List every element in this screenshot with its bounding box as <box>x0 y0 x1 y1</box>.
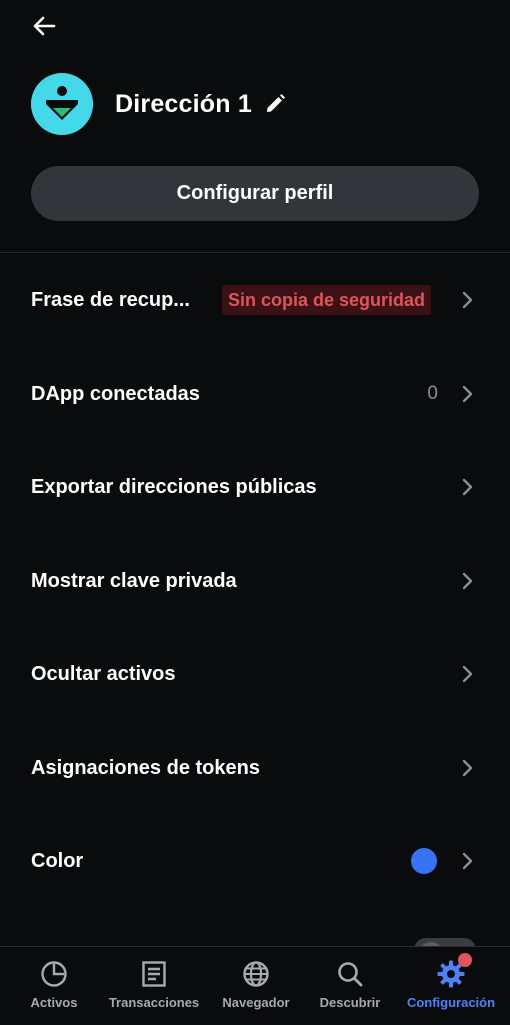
profile-header: Dirección 1 <box>31 73 288 135</box>
menu-item-label: Mostrar clave privada <box>31 569 237 592</box>
nav-item-assets[interactable]: Activos <box>18 947 90 1025</box>
dapp-count: 0 <box>427 383 438 404</box>
nav-item-discover[interactable]: Descubrir <box>314 947 386 1025</box>
menu-item-label: Exportar direcciones públicas <box>31 475 317 498</box>
menu-item-label: Color <box>31 849 84 872</box>
search-icon <box>335 959 365 989</box>
menu-item-label: Asignaciones de tokens <box>31 756 260 779</box>
wallet-avatar-icon <box>31 73 93 135</box>
edit-name-button[interactable] <box>262 91 288 117</box>
menu-item-hide-assets[interactable]: Ocultar activos <box>0 639 510 709</box>
menu-item-recovery-phrase[interactable]: Frase de recup... Sin copia de seguridad <box>0 265 510 335</box>
nav-item-browser[interactable]: Navegador <box>215 947 297 1025</box>
nav-label: Navegador <box>222 995 290 1010</box>
nav-item-transactions[interactable]: Transacciones <box>104 947 204 1025</box>
color-swatch <box>411 848 437 874</box>
wallet-avatar <box>31 73 93 135</box>
nav-label: Configuración <box>406 995 496 1010</box>
menu-item-connected-dapps[interactable]: DApp conectadas 0 <box>0 359 510 429</box>
nav-label: Descubrir <box>319 995 381 1010</box>
nav-label: Transacciones <box>108 995 200 1010</box>
pencil-icon <box>266 94 285 112</box>
wallet-name: Dirección 1 <box>115 89 252 118</box>
back-button[interactable] <box>26 10 62 42</box>
chevron-right-icon <box>460 852 474 870</box>
menu-item-color[interactable]: Color <box>0 826 510 896</box>
receipt-icon <box>139 959 169 989</box>
configure-profile-button[interactable]: Configurar perfil <box>31 166 479 221</box>
arrow-left-icon <box>33 16 56 36</box>
menu-item-export-addresses[interactable]: Exportar direcciones públicas <box>0 452 510 522</box>
menu-item-show-private-key[interactable]: Mostrar clave privada <box>0 546 510 616</box>
pie-chart-icon <box>39 959 69 989</box>
menu-item-token-approvals[interactable]: Asignaciones de tokens <box>0 733 510 803</box>
chevron-right-icon <box>460 665 474 683</box>
section-divider <box>0 252 510 253</box>
menu-item-label: Frase de recup... <box>31 288 190 311</box>
chevron-right-icon <box>460 291 474 309</box>
chevron-right-icon <box>460 478 474 496</box>
menu-item-label: Ocultar activos <box>31 662 176 685</box>
menu-item-label: DApp conectadas <box>31 382 200 405</box>
globe-icon <box>241 959 271 989</box>
chevron-right-icon <box>460 385 474 403</box>
chevron-right-icon <box>460 572 474 590</box>
nav-item-settings[interactable]: Configuración <box>400 947 502 1025</box>
notification-dot <box>458 953 472 967</box>
chevron-right-icon <box>460 759 474 777</box>
nav-label: Activos <box>30 995 78 1010</box>
backup-warning-badge: Sin copia de seguridad <box>222 285 432 315</box>
gear-icon <box>436 953 472 989</box>
bottom-navigation: Activos Transacciones Navegador Descubri… <box>0 946 510 1024</box>
